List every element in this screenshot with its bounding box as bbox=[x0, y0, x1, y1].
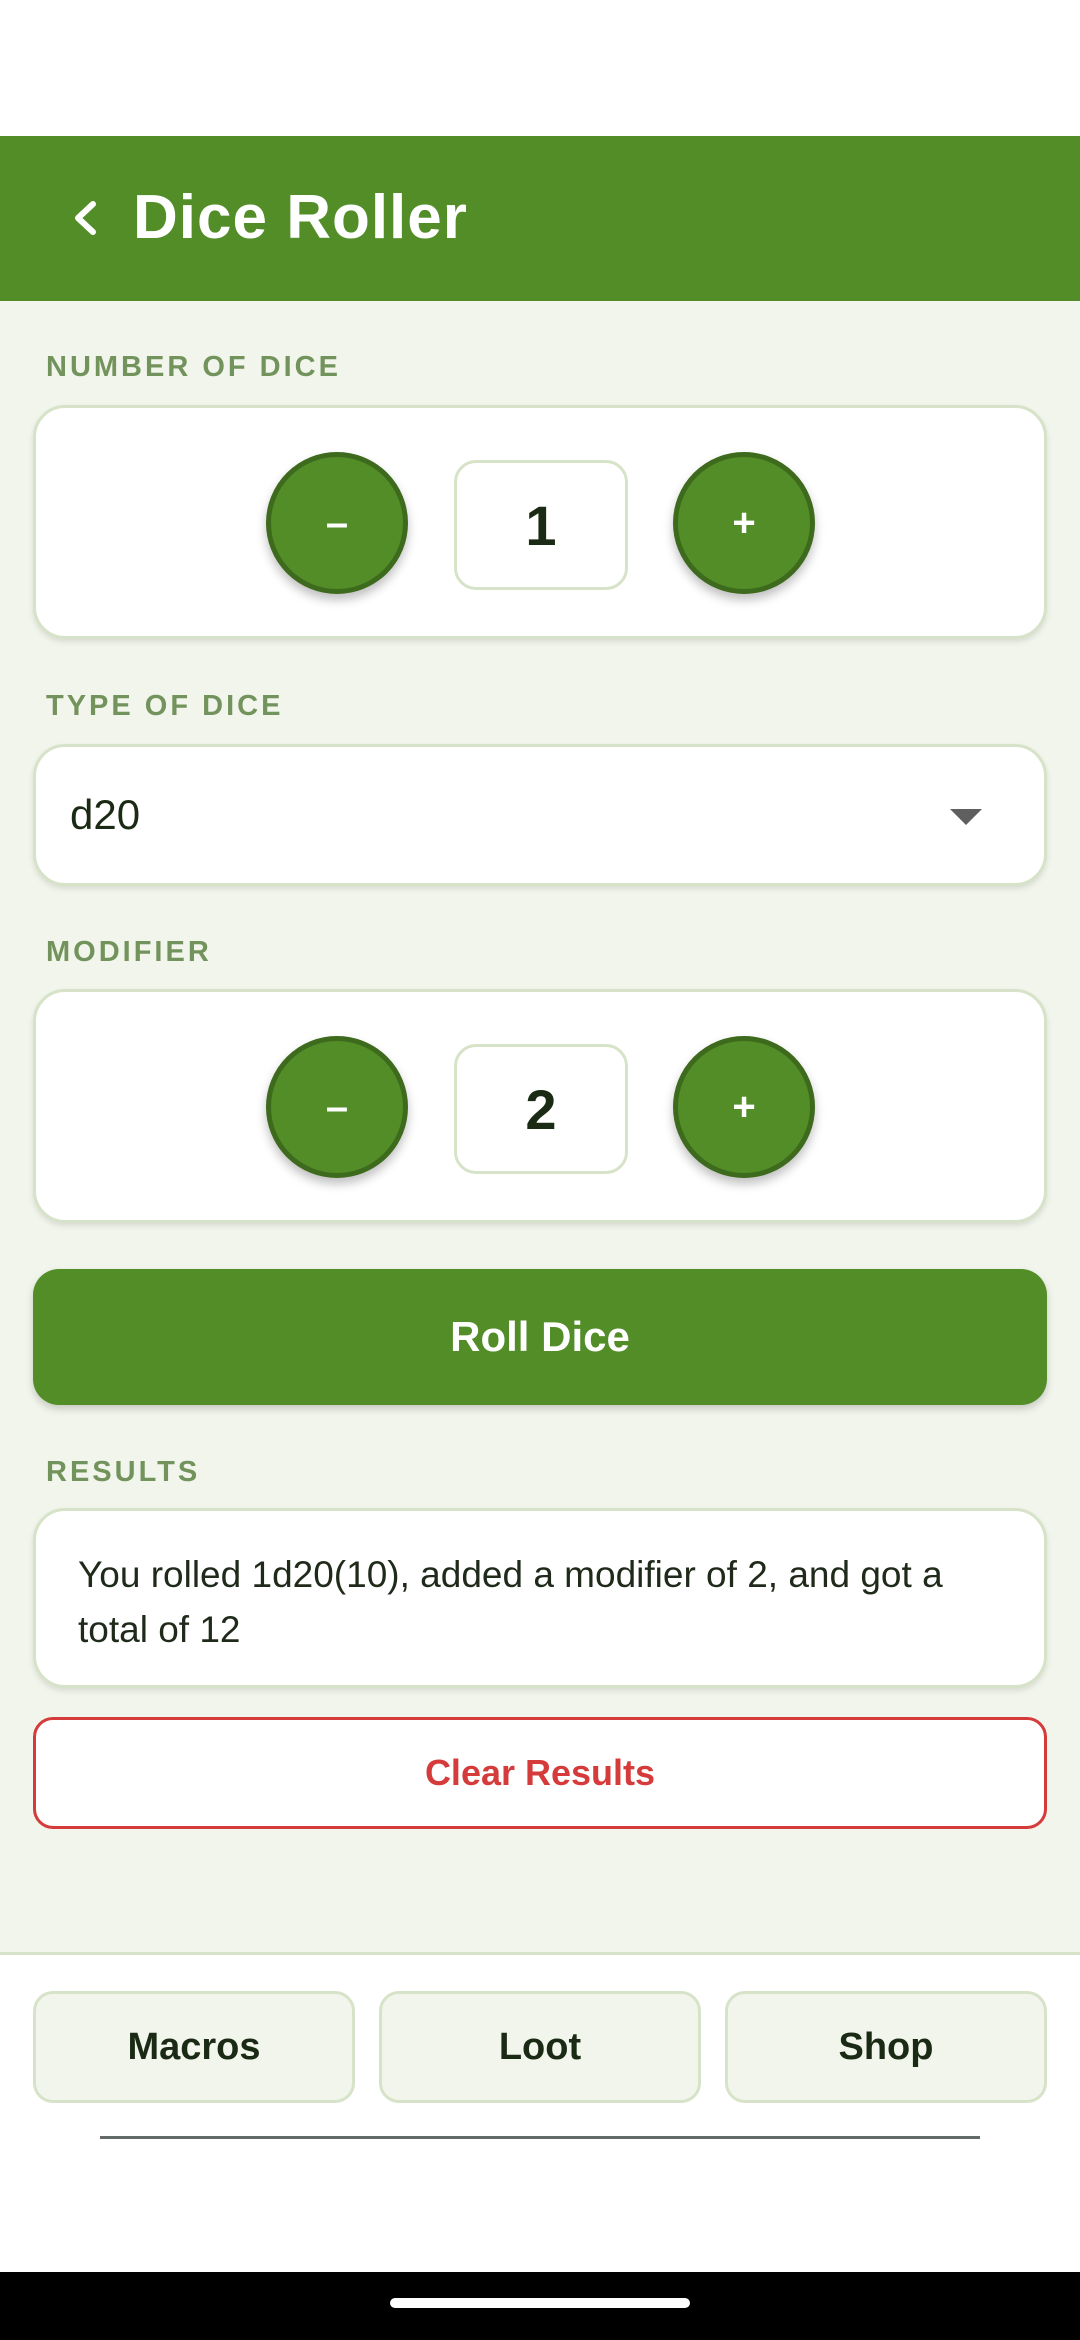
modifier-value: 2 bbox=[454, 1044, 628, 1174]
modifier-stepper: – 2 + bbox=[33, 989, 1047, 1223]
main-content: NUMBER OF DICE – 1 + TYPE OF DICE d20 MO… bbox=[0, 301, 1080, 1953]
dice-type-value: d20 bbox=[70, 791, 141, 838]
increase-modifier-button[interactable]: + bbox=[673, 1036, 815, 1178]
app-bar: Dice Roller bbox=[0, 136, 1080, 301]
dice-type-select[interactable]: d20 bbox=[33, 744, 1047, 886]
dropdown-arrow-icon bbox=[950, 809, 982, 825]
home-indicator[interactable] bbox=[390, 2298, 690, 2308]
results-text: You rolled 1d20(10), added a modifier of… bbox=[78, 1554, 943, 1650]
chevron-left-icon bbox=[75, 201, 96, 235]
gesture-area bbox=[0, 2139, 1080, 2272]
dice-roller-screen: Dice Roller NUMBER OF DICE – 1 + TYPE OF… bbox=[0, 0, 1080, 2340]
clear-results-button[interactable]: Clear Results bbox=[33, 1717, 1047, 1829]
increase-dice-button[interactable]: + bbox=[673, 452, 815, 594]
type-of-dice-label: TYPE OF DICE bbox=[46, 690, 284, 722]
back-button[interactable] bbox=[40, 172, 132, 264]
results-label: RESULTS bbox=[46, 1456, 201, 1488]
dice-count-value: 1 bbox=[454, 460, 628, 590]
number-of-dice-label: NUMBER OF DICE bbox=[46, 351, 341, 383]
bottom-nav: Macros Loot Shop bbox=[0, 1952, 1080, 2136]
nav-macros-button[interactable]: Macros bbox=[33, 1991, 355, 2103]
page-title: Dice Roller bbox=[133, 183, 468, 252]
results-card: You rolled 1d20(10), added a modifier of… bbox=[33, 1508, 1047, 1688]
status-bar bbox=[0, 0, 1080, 136]
roll-dice-button[interactable]: Roll Dice bbox=[33, 1269, 1047, 1405]
nav-shop-button[interactable]: Shop bbox=[725, 1991, 1047, 2103]
modifier-label: MODIFIER bbox=[46, 936, 212, 968]
decrease-dice-button[interactable]: – bbox=[266, 452, 408, 594]
number-of-dice-stepper: – 1 + bbox=[33, 405, 1047, 639]
nav-loot-button[interactable]: Loot bbox=[379, 1991, 701, 2103]
decrease-modifier-button[interactable]: – bbox=[266, 1036, 408, 1178]
